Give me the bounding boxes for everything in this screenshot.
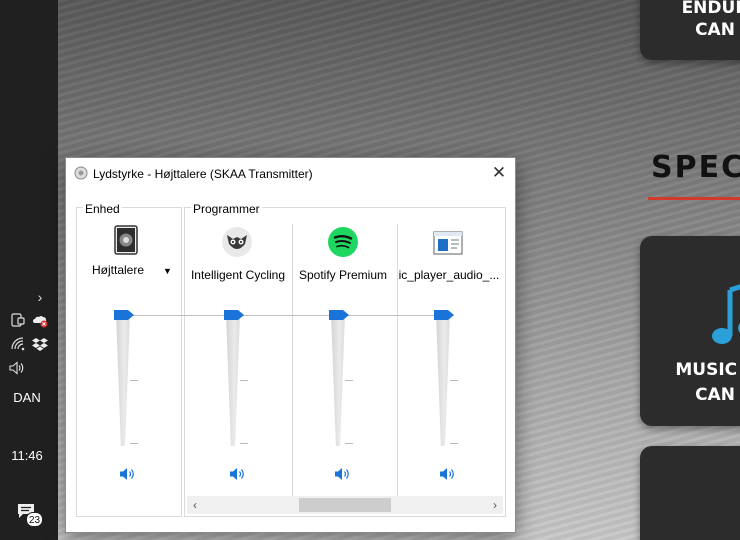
- spotify-icon: [328, 227, 358, 257]
- mixer-app-icon: [74, 166, 88, 180]
- close-button[interactable]: ✕: [486, 162, 512, 184]
- section-heading: SPEC: [651, 150, 740, 185]
- device-mute-button[interactable]: [119, 466, 137, 482]
- slider-tick: [345, 443, 353, 444]
- card-music[interactable]: MUSIC T CAN: [640, 236, 740, 426]
- slider-tick: [345, 380, 353, 381]
- taskbar: › DAN 11:46 23: [0, 0, 58, 540]
- action-center-button[interactable]: 23: [17, 503, 43, 529]
- slider-tick: [130, 380, 138, 381]
- onedrive-error-icon[interactable]: [32, 312, 48, 328]
- slider-link-line: [132, 315, 445, 316]
- card-endurance-line1: ENDUR: [681, 0, 740, 18]
- app-name-0: Intelligent Cycling: [190, 268, 286, 282]
- wifi-icon[interactable]: [10, 336, 26, 352]
- scroll-left-button[interactable]: ‹: [187, 496, 203, 514]
- device-dropdown[interactable]: Højttalere ▼: [92, 263, 176, 281]
- column-separator: [397, 224, 398, 496]
- column-separator: [292, 224, 293, 496]
- window-app-icon: [433, 231, 463, 255]
- scrollbar-thumb[interactable]: [299, 498, 391, 512]
- app-mute-button-2[interactable]: [439, 466, 457, 482]
- card-endurance[interactable]: ENDUR CAN: [640, 0, 740, 60]
- volume-tray-icon[interactable]: [9, 360, 25, 376]
- slider-tick: [130, 443, 138, 444]
- card-endurance-line2: CAN: [695, 20, 735, 40]
- slider-tick: [450, 443, 458, 444]
- owl-icon: [222, 227, 252, 257]
- clock[interactable]: 11:46: [0, 448, 54, 463]
- slider-tick: [240, 443, 248, 444]
- dialog-title: Lydstyrke - Højttalere (SKAA Transmitter…: [93, 167, 313, 181]
- device-group-label: Enhed: [83, 202, 122, 216]
- card-music-line1: MUSIC T: [675, 360, 740, 380]
- card-bottom[interactable]: [640, 446, 740, 540]
- show-hidden-icons-chevron[interactable]: ›: [32, 289, 48, 305]
- app-mute-button-0[interactable]: [229, 466, 247, 482]
- heading-underline: [648, 197, 740, 200]
- app-name-1: Spotify Premium: [298, 268, 388, 282]
- device-name: Højttalere: [92, 263, 145, 277]
- slider-tick: [240, 380, 248, 381]
- app-name-2: ic_player_audio_...: [398, 268, 500, 282]
- notification-count-badge: 23: [26, 512, 43, 527]
- card-music-line2: CAN: [695, 385, 735, 405]
- horizontal-scrollbar[interactable]: ‹ ›: [187, 496, 503, 514]
- phone-link-icon[interactable]: [10, 312, 26, 328]
- app-mute-button-1[interactable]: [334, 466, 352, 482]
- dropbox-icon[interactable]: [32, 336, 48, 352]
- apps-group-label: Programmer: [191, 202, 262, 216]
- titlebar[interactable]: Lydstyrke - Højttalere (SKAA Transmitter…: [66, 158, 515, 188]
- speaker-device-icon: [114, 225, 138, 255]
- music-note-icon: [712, 284, 740, 344]
- slider-tick: [450, 380, 458, 381]
- scroll-right-button[interactable]: ›: [487, 496, 503, 514]
- chevron-down-icon: ▼: [163, 266, 172, 276]
- input-language-indicator[interactable]: DAN: [0, 390, 54, 405]
